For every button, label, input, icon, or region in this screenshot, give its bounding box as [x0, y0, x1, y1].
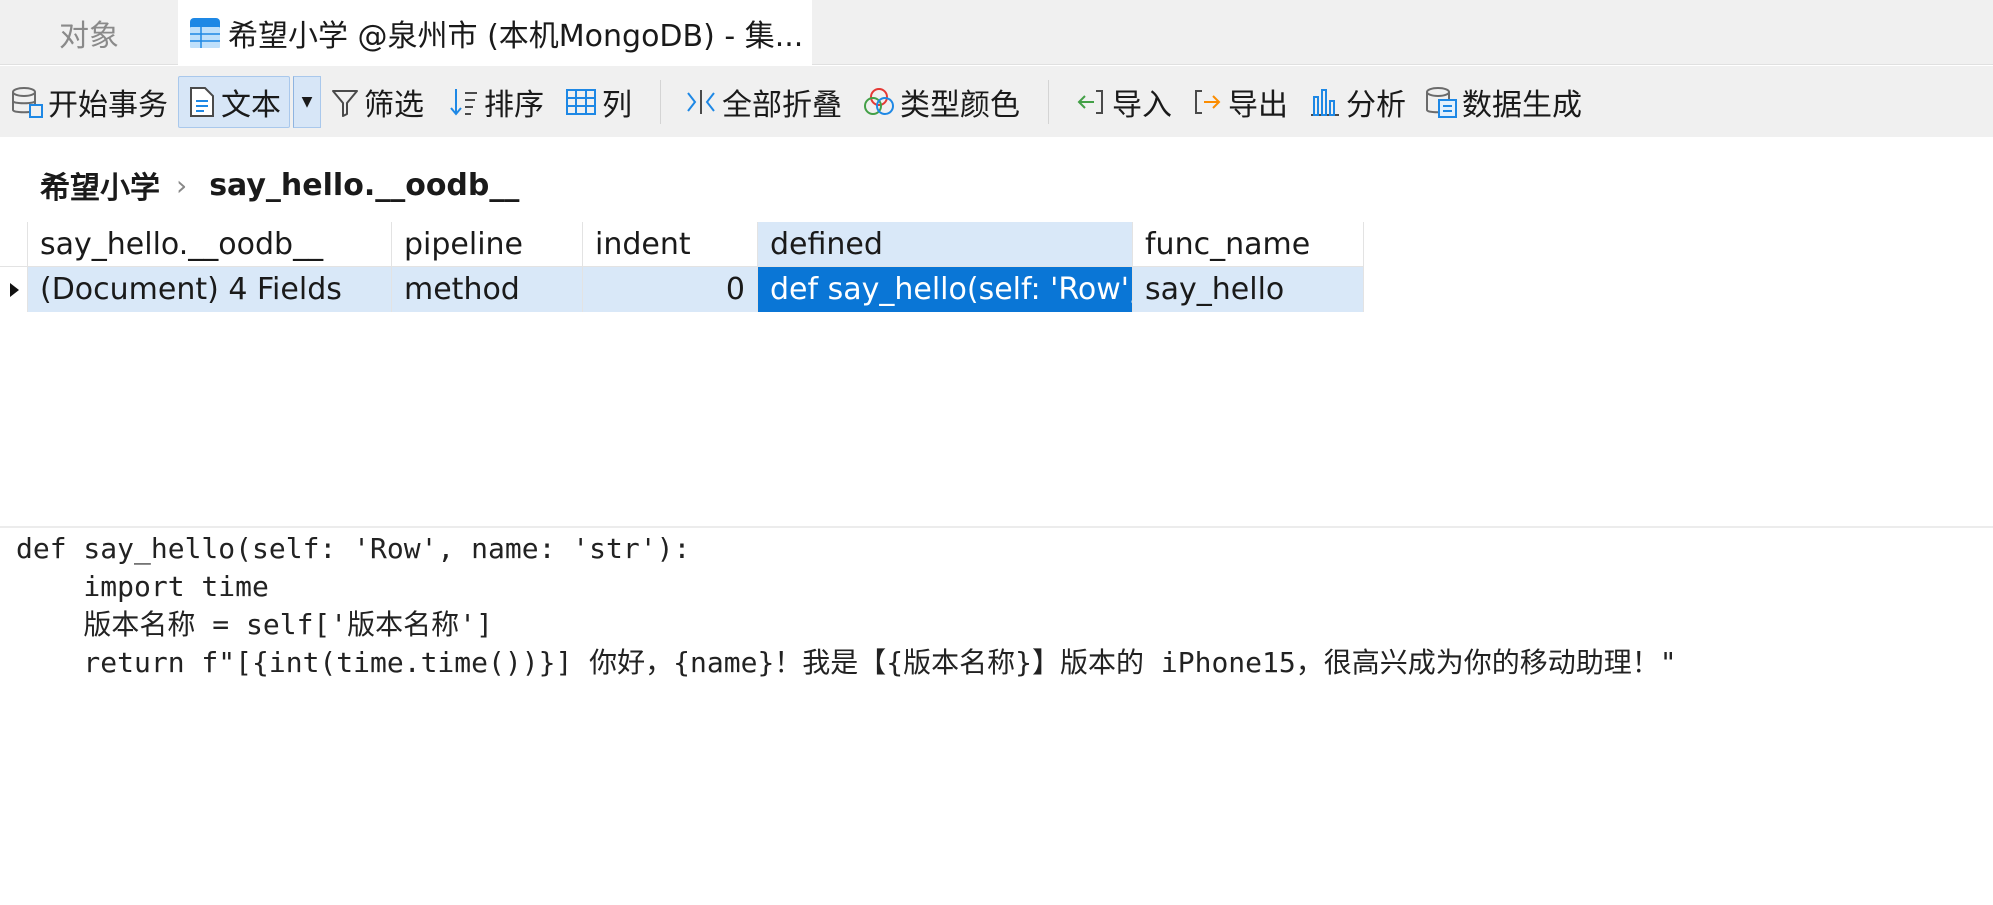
filter-icon	[332, 90, 358, 117]
sort-icon	[450, 89, 477, 116]
code-line: 版本名称 = self['版本名称']	[16, 608, 493, 641]
data-generation-button[interactable]: 数据生成	[1424, 76, 1582, 128]
sort-button[interactable]: 排序	[448, 76, 544, 128]
caret-right-icon	[9, 282, 19, 297]
sort-label: 排序	[484, 88, 544, 123]
collapse-all-label: 全部折叠	[722, 88, 842, 123]
row-marker-header	[0, 222, 28, 267]
code-line: return f"[{int(time.time())}] 你好，{name}！…	[16, 646, 1677, 679]
toolbar: 开始事务 文本 ▼ 筛选 排序 列 全部折叠 类型颜色 导入 导出 分析 数据生…	[0, 66, 1993, 137]
row-marker[interactable]	[0, 267, 28, 312]
analyze-button[interactable]: 分析	[1308, 76, 1406, 128]
filter-button[interactable]: 筛选	[330, 76, 424, 128]
breadcrumb: 希望小学 › say_hello.__oodb__	[40, 160, 519, 210]
tab-objects-label: 对象	[59, 18, 119, 54]
begin-transaction-button[interactable]: 开始事务	[10, 76, 168, 128]
toolbar-separator	[1048, 80, 1049, 124]
column-header[interactable]: indent	[583, 222, 758, 267]
export-label: 导出	[1228, 88, 1288, 123]
color-circles-icon	[864, 88, 894, 115]
table-cell[interactable]: say_hello	[1133, 267, 1364, 312]
code-viewer[interactable]: def say_hello(self: 'Row', name: 'str'):…	[16, 530, 1677, 682]
import-icon	[1077, 90, 1103, 114]
columns-button[interactable]: 列	[564, 76, 632, 128]
tab-collection-label: 希望小学 @泉州市 (本机MongoDB) - 集...	[228, 18, 804, 54]
text-view-label: 文本	[221, 88, 281, 123]
code-line: import time	[16, 570, 269, 603]
breadcrumb-database[interactable]: 希望小学	[40, 163, 160, 207]
column-header[interactable]: say_hello.__oodb__	[28, 222, 392, 267]
tab-bar: 对象 希望小学 @泉州市 (本机MongoDB) - 集...	[0, 0, 1993, 65]
bar-chart-icon	[1311, 89, 1339, 116]
text-view-dropdown[interactable]: ▼	[293, 76, 321, 128]
document-icon	[190, 87, 214, 117]
type-colors-button[interactable]: 类型颜色	[862, 76, 1020, 128]
column-header[interactable]: func_name	[1133, 222, 1364, 267]
tab-collection[interactable]: 希望小学 @泉州市 (本机MongoDB) - 集...	[178, 0, 812, 65]
database-icon	[12, 87, 43, 118]
columns-icon	[566, 89, 596, 115]
import-button[interactable]: 导入	[1074, 76, 1172, 128]
type-colors-label: 类型颜色	[900, 88, 1020, 123]
begin-transaction-label: 开始事务	[48, 88, 168, 123]
column-header[interactable]: defined	[758, 222, 1133, 267]
export-button[interactable]: 导出	[1190, 76, 1288, 128]
breadcrumb-collection[interactable]: say_hello.__oodb__	[209, 168, 519, 203]
export-icon	[1195, 90, 1221, 114]
columns-label: 列	[602, 88, 632, 123]
column-header[interactable]: pipeline	[392, 222, 583, 267]
filter-label: 筛选	[364, 88, 424, 123]
chevron-right-icon: ›	[176, 168, 188, 202]
chevron-down-icon: ▼	[301, 94, 313, 110]
tab-objects[interactable]: 对象	[0, 0, 178, 65]
table-cell[interactable]: 0	[583, 267, 758, 312]
collapse-icon	[687, 90, 715, 114]
data-generation-label: 数据生成	[1462, 88, 1582, 123]
code-line: def say_hello(self: 'Row', name: 'str'):	[16, 532, 691, 565]
table-icon	[190, 17, 220, 48]
table-cell-selected[interactable]: def say_hello(self: 'Row',	[758, 267, 1133, 312]
collapse-all-button[interactable]: 全部折叠	[684, 76, 842, 128]
toolbar-separator	[660, 80, 661, 124]
table-cell[interactable]: (Document) 4 Fields	[28, 267, 392, 312]
text-view-button[interactable]: 文本	[178, 76, 290, 128]
analyze-label: 分析	[1346, 88, 1406, 123]
table-cell[interactable]: method	[392, 267, 583, 312]
panel-divider[interactable]	[0, 526, 1993, 528]
import-label: 导入	[1112, 88, 1172, 123]
data-generation-icon	[1426, 87, 1457, 118]
